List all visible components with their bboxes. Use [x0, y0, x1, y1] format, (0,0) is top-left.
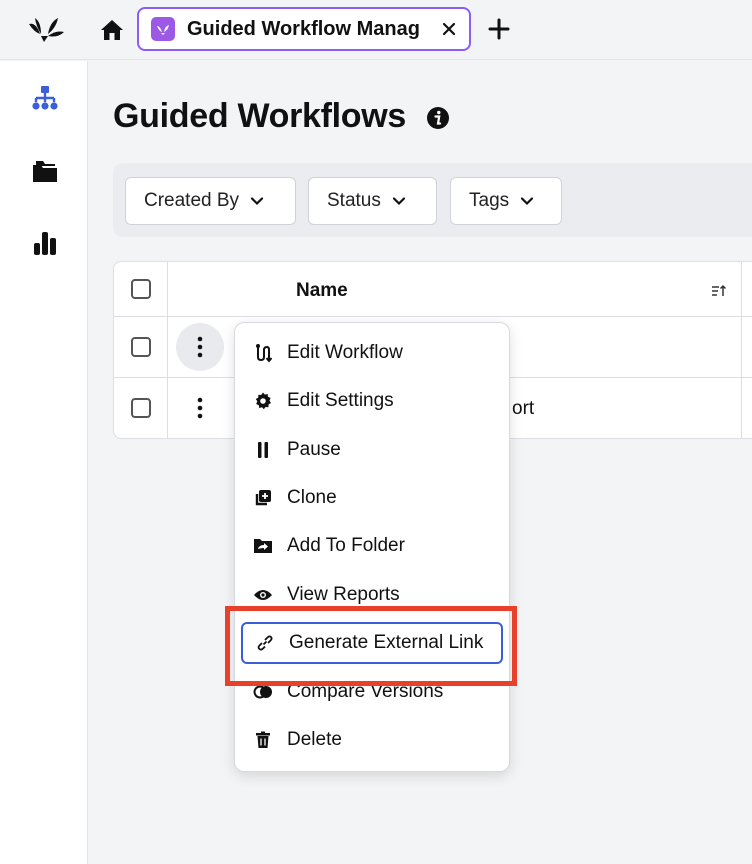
sidebar-item-workflows[interactable] — [28, 81, 62, 115]
row-actions-button[interactable] — [176, 384, 224, 432]
column-divider — [741, 262, 742, 316]
sort-icon[interactable] — [710, 282, 728, 300]
row-name[interactable]: ort — [512, 398, 534, 420]
sidebar-item-reports[interactable] — [28, 226, 62, 260]
bar-chart-icon — [34, 232, 56, 255]
row-actions-menu: Edit Workflow Edit Settings Pause Clone … — [234, 322, 510, 772]
menu-item-label: Pause — [287, 439, 341, 460]
home-button[interactable] — [98, 16, 126, 44]
column-divider — [741, 317, 742, 377]
menu-item-label: Clone — [287, 487, 337, 508]
hierarchy-icon — [32, 86, 58, 110]
status-label: Status — [327, 190, 381, 211]
header-check-cell — [114, 262, 168, 316]
menu-item-add-to-folder[interactable]: Add To Folder — [241, 526, 503, 566]
row-check-cell — [114, 317, 168, 377]
eye-icon — [253, 585, 273, 605]
row-checkbox[interactable] — [131, 398, 151, 418]
chevron-down-icon — [521, 197, 534, 206]
table-header-row: Name — [114, 262, 752, 317]
page-title: Guided Workflows — [113, 97, 407, 135]
menu-item-label: Edit Settings — [287, 390, 394, 411]
menu-item-pause[interactable]: Pause — [241, 430, 503, 470]
info-icon[interactable] — [426, 106, 450, 130]
trash-icon — [253, 730, 273, 750]
plus-icon — [488, 18, 510, 40]
menu-item-label: Delete — [287, 729, 342, 750]
chevron-down-icon — [250, 197, 264, 206]
app-logo[interactable] — [26, 14, 66, 44]
tab-app-icon — [151, 17, 175, 41]
sidebar-item-folders[interactable] — [28, 154, 62, 188]
tab-guided-workflow-manager[interactable]: Guided Workflow Manag — [137, 7, 471, 51]
clone-icon — [253, 488, 273, 508]
tab-label: Guided Workflow Manag — [187, 17, 420, 40]
menu-item-edit-settings[interactable]: Edit Settings — [241, 381, 503, 421]
gear-icon — [253, 391, 273, 411]
status-filter[interactable]: Status — [308, 177, 437, 225]
folder-icon — [33, 161, 57, 182]
sidebar — [0, 61, 88, 864]
close-icon[interactable] — [437, 17, 461, 41]
column-divider — [741, 378, 742, 438]
row-check-cell — [114, 378, 168, 438]
created-by-filter[interactable]: Created By — [125, 177, 296, 225]
folder-move-icon — [253, 536, 273, 556]
kebab-menu-icon — [197, 397, 203, 419]
tags-label: Tags — [469, 190, 510, 211]
row-checkbox[interactable] — [131, 337, 151, 357]
highlight-annotation-box — [225, 606, 517, 686]
workflow-icon — [253, 343, 273, 363]
filter-bar: Created By Status Tags — [113, 163, 752, 237]
menu-item-delete[interactable]: Delete — [241, 720, 503, 760]
row-actions-button[interactable] — [176, 323, 224, 371]
new-tab-button[interactable] — [484, 14, 514, 44]
tags-filter[interactable]: Tags — [450, 177, 562, 225]
column-header-name[interactable]: Name — [296, 280, 348, 302]
home-icon — [101, 20, 123, 40]
created-by-label: Created By — [144, 190, 240, 211]
menu-item-edit-workflow[interactable]: Edit Workflow — [241, 333, 503, 373]
menu-item-label: Add To Folder — [287, 535, 405, 556]
pause-icon — [253, 440, 273, 460]
menu-item-label: View Reports — [287, 584, 400, 605]
chevron-down-icon — [392, 197, 405, 206]
select-all-checkbox[interactable] — [131, 279, 151, 299]
kebab-menu-icon — [197, 336, 203, 358]
top-bar: Guided Workflow Manag — [0, 0, 752, 60]
menu-item-clone[interactable]: Clone — [241, 478, 503, 518]
menu-item-label: Edit Workflow — [287, 342, 403, 363]
